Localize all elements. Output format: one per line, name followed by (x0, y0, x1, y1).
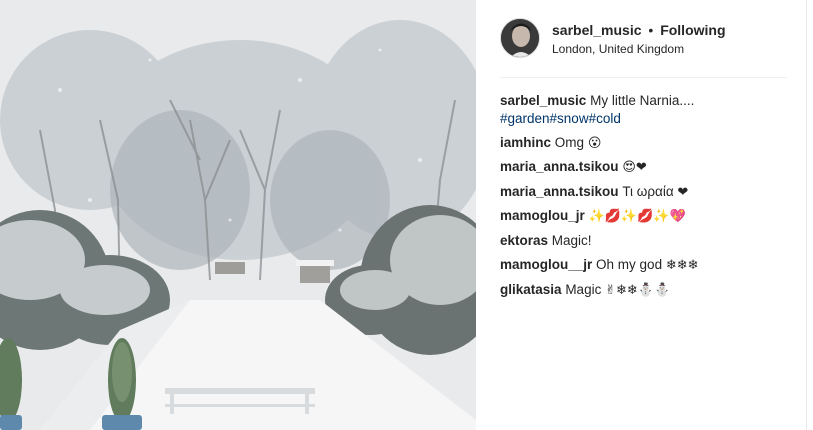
separator-dot: • (648, 22, 654, 38)
comment-username[interactable]: mamoglou_jr (500, 208, 585, 223)
comment-text: Magic! (551, 232, 592, 248)
comment-item: ektoras Magic! (500, 232, 790, 251)
comment-username[interactable]: mamoglou__jr (500, 257, 592, 272)
comment-item: mamoglou__jr Oh my god ❄❄❄ (500, 256, 790, 275)
comment-item: iamhinc Omg 😮 (500, 134, 790, 153)
comment-emoji: 😍❤ (622, 160, 647, 175)
post-header: sarbel_music • Following London, United … (500, 18, 787, 78)
caption-username[interactable]: sarbel_music (500, 93, 586, 108)
snowy-garden-image (0, 0, 476, 430)
comment-item: mamoglou_jr ✨💋✨💋✨💖 (500, 207, 790, 226)
panel-divider (806, 0, 807, 430)
comment-text: Τι ωραία (622, 183, 674, 199)
comment-username[interactable]: ektoras (500, 233, 548, 248)
comment-emoji: ❤ (677, 184, 689, 200)
comment-item: maria_anna.tsikou Τι ωραία ❤ (500, 183, 790, 202)
comment-item: glikatasia Magic ✌❄❄⛄⛄ (500, 281, 790, 300)
avatar[interactable] (500, 18, 540, 58)
comment-emoji: ✌❄❄⛄⛄ (605, 282, 671, 298)
comment-emoji: 😮 (587, 135, 602, 151)
caption-text: My little Narnia.... (590, 93, 695, 108)
avatar-image (501, 19, 539, 57)
comments-list: sarbel_music My little Narnia.... #garde… (500, 92, 790, 305)
user-line: sarbel_music • Following (552, 22, 726, 38)
comment-username[interactable]: maria_anna.tsikou (500, 184, 619, 199)
comment-text: Magic (565, 281, 602, 297)
following-button[interactable]: Following (660, 22, 725, 38)
comment-emoji: ❄❄❄ (665, 258, 699, 273)
comment-username[interactable]: iamhinc (500, 135, 551, 150)
comment-text: Omg (554, 134, 585, 150)
post-details-panel: sarbel_music • Following London, United … (476, 0, 806, 430)
caption: sarbel_music My little Narnia.... (500, 92, 790, 110)
comment-text: Oh my god (596, 257, 663, 272)
username-link[interactable]: sarbel_music (552, 22, 642, 38)
location-link[interactable]: London, United Kingdom (552, 42, 684, 56)
comment-item: maria_anna.tsikou 😍❤ (500, 158, 790, 177)
caption-hashtags[interactable]: #garden#snow#cold (500, 110, 790, 128)
comment-username[interactable]: glikatasia (500, 282, 562, 297)
comment-emoji: ✨💋✨💋✨💖 (588, 209, 686, 224)
post-photo[interactable] (0, 0, 476, 430)
comment-username[interactable]: maria_anna.tsikou (500, 159, 619, 174)
